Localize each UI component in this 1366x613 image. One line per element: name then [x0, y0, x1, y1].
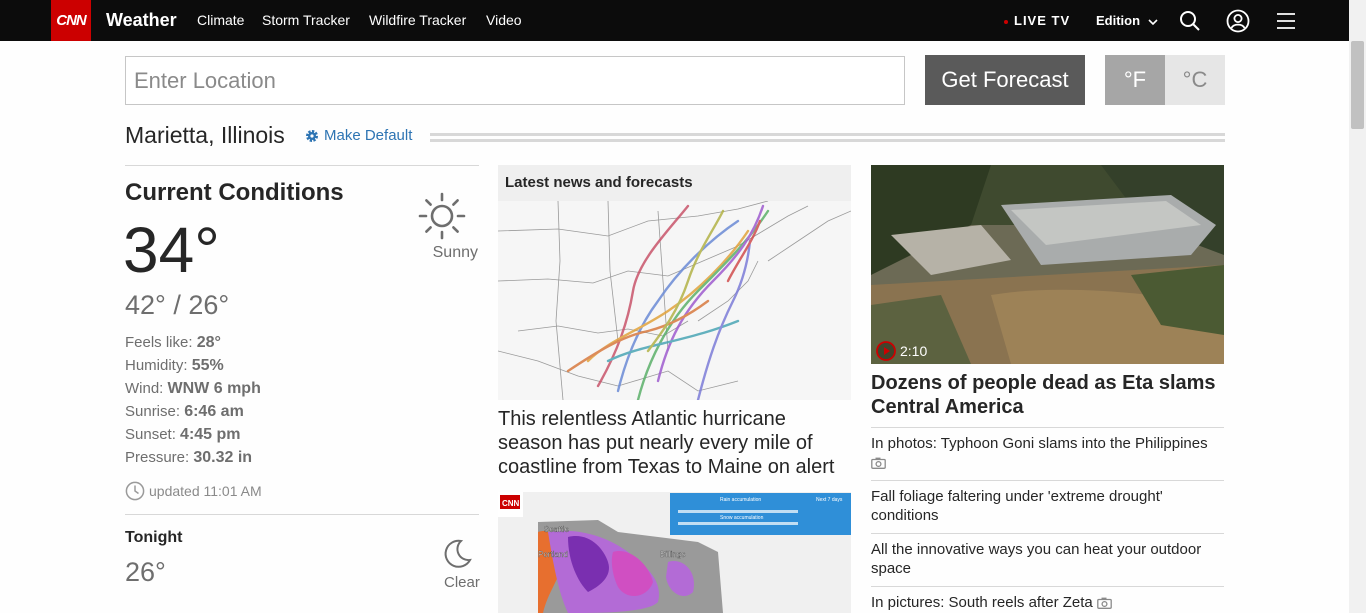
current-temperature: 34° — [123, 214, 220, 286]
location-search-input[interactable] — [125, 56, 905, 105]
updated-label: updated 11:01 AM — [149, 483, 262, 499]
nav-link-climate[interactable]: Climate — [197, 12, 244, 28]
related-story-text: In pictures: South reels after Zeta — [871, 594, 1093, 611]
stat-value: WNW 6 mph — [167, 380, 261, 397]
celsius-toggle[interactable]: °C — [1165, 55, 1225, 105]
snow-map-days-legend: Next 7 days — [816, 497, 843, 503]
get-forecast-button[interactable]: Get Forecast — [925, 55, 1085, 105]
stat-pressure: Pressure: 30.32 in — [125, 449, 252, 467]
live-tv-link[interactable]: LIVE TV — [1004, 13, 1070, 28]
stat-value: 28° — [196, 334, 221, 351]
camera-icon — [1097, 597, 1112, 609]
gear-icon — [306, 129, 318, 142]
tonight-title: Tonight — [125, 529, 183, 546]
stat-label: Humidity: — [125, 357, 192, 374]
stat-value: 4:45 pm — [180, 426, 241, 443]
related-story-link[interactable]: All the innovative ways you can heat you… — [871, 533, 1224, 578]
high-low-temperature: 42° / 26° — [125, 290, 230, 320]
sun-icon — [418, 192, 466, 240]
conditions-divider — [125, 165, 479, 166]
tonight-divider — [125, 514, 479, 515]
stat-label: Wind: — [125, 380, 168, 397]
play-icon — [876, 341, 896, 361]
stat-humidity: Humidity: 55% — [125, 357, 224, 375]
camera-icon — [871, 457, 886, 469]
precip-forecast-map-image[interactable]: CNN Rain accumulation Snow accumulation … — [498, 492, 851, 613]
hurricane-tracks-map-image[interactable] — [498, 201, 851, 400]
live-dot-icon — [1004, 19, 1008, 24]
stat-value: 55% — [191, 357, 224, 374]
related-story-link[interactable]: Fall foliage faltering under 'extreme dr… — [871, 480, 1224, 525]
snow-map-rain-legend: Rain accumulation — [720, 497, 761, 503]
make-default-link[interactable]: Make Default — [304, 127, 412, 144]
related-story-link[interactable]: In pictures: South reels after Zeta — [871, 586, 1224, 612]
clock-icon — [125, 481, 145, 501]
precip-forecast-map-graphic: CNN Rain accumulation Snow accumulation … — [498, 492, 851, 613]
related-story-link[interactable]: In photos: Typhoon Goni slams into the P… — [871, 427, 1224, 472]
stat-label: Sunset: — [125, 426, 181, 443]
stat-feels-like: Feels like: 28° — [125, 334, 221, 352]
tonight-temperature: 26° — [125, 557, 166, 587]
related-story-text: In photos: Typhoon Goni slams into the P… — [871, 435, 1208, 452]
stat-label: Feels like: — [125, 334, 197, 351]
hurricane-tracks-map-graphic — [498, 201, 851, 400]
stat-value: 6:46 am — [184, 403, 244, 420]
eta-flood-photo[interactable] — [871, 165, 1224, 364]
snow-map-snow-legend: Snow accumulation — [720, 515, 764, 521]
live-tv-label: LIVE TV — [1014, 13, 1071, 28]
video-duration-badge[interactable]: 2:10 — [876, 341, 927, 361]
news-panel-title: Latest news and forecasts — [505, 174, 693, 191]
top-nav: CNN Weather Climate Storm Tracker Wildfi… — [0, 0, 1349, 41]
search-icon[interactable] — [1178, 9, 1202, 33]
stat-sunrise: Sunrise: 6:46 am — [125, 403, 244, 421]
current-conditions-title: Current Conditions — [125, 179, 344, 206]
nav-link-storm-tracker[interactable]: Storm Tracker — [262, 12, 350, 28]
related-story-text: All the innovative ways you can heat you… — [871, 541, 1202, 577]
current-condition-label: Sunny — [432, 244, 478, 261]
map-label-billings: Billings — [660, 550, 685, 559]
stat-label: Pressure: — [125, 449, 194, 466]
scrollbar-thumb[interactable] — [1351, 41, 1364, 129]
map-label-seattle: Seattle — [544, 525, 569, 534]
location-title: Marietta, Illinois — [125, 122, 285, 148]
account-icon[interactable] — [1226, 9, 1250, 33]
stat-sunset: Sunset: 4:45 pm — [125, 426, 241, 444]
stat-value: 30.32 in — [193, 449, 253, 466]
make-default-label: Make Default — [324, 127, 413, 144]
related-story-text: Fall foliage faltering under 'extreme dr… — [871, 488, 1163, 524]
map-label-portland: Portland — [538, 550, 568, 559]
nav-link-video[interactable]: Video — [486, 12, 522, 28]
hurricane-story-headline[interactable]: This relentless Atlantic hurricane seaso… — [498, 407, 851, 479]
fahrenheit-toggle[interactable]: °F — [1105, 55, 1165, 105]
chevron-down-icon — [1148, 18, 1158, 25]
featured-story-headline[interactable]: Dozens of people dead as Eta slams Centr… — [871, 371, 1224, 419]
flood-photo-graphic — [871, 165, 1224, 364]
stat-wind: Wind: WNW 6 mph — [125, 380, 261, 398]
tonight-condition-label: Clear — [444, 574, 480, 591]
updated-timestamp: updated 11:01 AM — [125, 481, 262, 501]
nav-section-weather[interactable]: Weather — [106, 10, 177, 31]
video-duration: 2:10 — [900, 343, 928, 359]
nav-link-wildfire-tracker[interactable]: Wildfire Tracker — [369, 12, 466, 28]
menu-icon[interactable] — [1274, 9, 1298, 33]
stat-label: Sunrise: — [125, 403, 185, 420]
title-divider — [430, 133, 1225, 142]
moon-icon — [444, 539, 472, 568]
edition-label: Edition — [1096, 13, 1141, 28]
edition-menu[interactable]: Edition — [1096, 13, 1159, 28]
cnn-logo[interactable]: CNN — [51, 0, 91, 41]
snow-map-logo: CNN — [502, 499, 520, 508]
